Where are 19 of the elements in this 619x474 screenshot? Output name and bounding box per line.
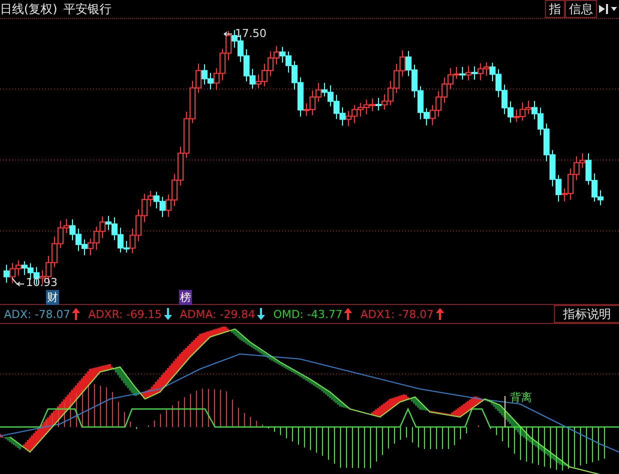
low-price-label: 10.93: [26, 276, 58, 289]
pointer-arrow-icon: [224, 32, 232, 36]
toolbar-button[interactable]: 信息: [565, 0, 597, 18]
collapse-arrow-icon[interactable]: [597, 1, 619, 17]
indicator-value: ADX1: -78.07: [360, 308, 434, 320]
indicator-value: ADX: -78.07: [4, 308, 70, 320]
indicator-value: ADXR: -69.15: [88, 308, 162, 320]
divergence-label: 背离: [510, 390, 532, 405]
pointer-arrow-icon: [12, 278, 24, 286]
event-badge[interactable]: 榜: [179, 290, 192, 305]
toolbar-button[interactable]: 指: [545, 0, 565, 18]
indicator-value: ADMA: -29.84: [180, 308, 256, 320]
indicator-value: OMD: -43.77: [273, 308, 342, 320]
indicator-help-button[interactable]: 指标说明: [554, 305, 619, 323]
stock-name: 平安银行: [63, 0, 112, 18]
divergence-marker-line: [504, 396, 506, 428]
event-badge[interactable]: 财: [46, 290, 59, 305]
chart-period-title: 日线(复权): [0, 0, 58, 18]
high-price-label: 17.50: [235, 27, 266, 40]
